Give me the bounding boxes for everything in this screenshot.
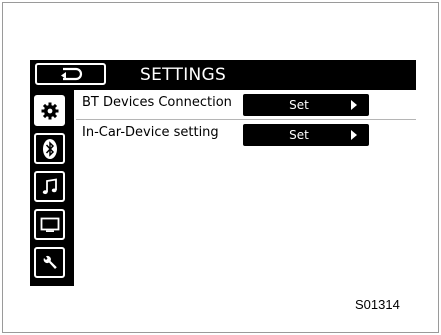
gear-icon	[41, 102, 58, 119]
page-title: SETTINGS	[140, 65, 227, 85]
sidebar-item-bluetooth[interactable]	[34, 133, 65, 164]
figure-code: S01314	[355, 297, 400, 312]
sidebar-item-settings[interactable]	[34, 95, 65, 126]
back-button[interactable]	[35, 63, 106, 85]
play-arrow-icon	[351, 130, 357, 140]
settings-list: BT Devices Connection Set In-Car-Device …	[76, 90, 416, 286]
music-note-icon	[42, 177, 57, 194]
wrench-icon	[43, 255, 57, 269]
sidebar	[30, 90, 74, 286]
set-button-label: Set	[289, 128, 309, 142]
sidebar-item-display[interactable]	[34, 209, 65, 240]
header-bar: SETTINGS	[30, 60, 416, 90]
settings-screen: SETTINGS BT Devices Connection Set In-Ca…	[30, 60, 416, 286]
play-arrow-icon	[351, 100, 357, 110]
set-button-label: Set	[289, 98, 309, 112]
sidebar-item-audio[interactable]	[34, 171, 65, 202]
row-label: In-Car-Device setting	[82, 125, 219, 140]
in-car-device-set-button[interactable]: Set	[243, 124, 369, 146]
bt-devices-set-button[interactable]: Set	[243, 94, 369, 116]
settings-row-in-car-device: In-Car-Device setting Set	[76, 120, 416, 150]
bluetooth-icon	[42, 138, 57, 159]
sidebar-item-tools[interactable]	[34, 247, 65, 278]
back-return-icon	[60, 67, 82, 81]
screen-icon	[40, 217, 59, 232]
settings-row-bt-devices: BT Devices Connection Set	[76, 90, 416, 120]
row-label: BT Devices Connection	[82, 95, 232, 110]
